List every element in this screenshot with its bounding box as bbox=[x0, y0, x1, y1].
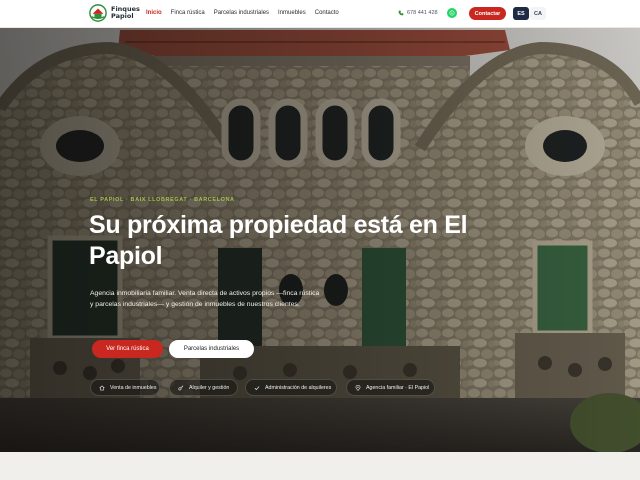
phone-link[interactable]: 678 441 428 bbox=[398, 10, 438, 16]
hero-title: Su próxima propiedad está en El Papiol bbox=[89, 211, 468, 270]
feature-pill-rental[interactable]: Alquiler y gestión bbox=[169, 379, 238, 396]
page-bottom-band bbox=[0, 452, 640, 480]
menu-item-inicio[interactable]: Inicio bbox=[146, 10, 162, 16]
view-rustic-estate-button[interactable]: Ver finca rústica bbox=[92, 340, 163, 358]
hero-location-eyebrow: El Papiol · Baix Llobregat · Barcelona bbox=[90, 197, 235, 203]
whatsapp-button[interactable] bbox=[447, 8, 457, 18]
top-navigation: Finques Papiol Inicio Finca rústica Parc… bbox=[0, 0, 640, 28]
menu-item-parcelas-industriales[interactable]: Parcelas industriales bbox=[214, 10, 269, 16]
language-es-button[interactable]: ES bbox=[513, 7, 529, 20]
check-icon bbox=[254, 385, 260, 390]
brand-name: Finques Papiol bbox=[111, 6, 140, 20]
hero-description: Agencia inmobiliaria familiar. Venta dir… bbox=[90, 290, 320, 308]
feature-pill-sales[interactable]: Venta de inmuebles bbox=[90, 379, 160, 396]
feature-pill-rental-admin[interactable]: Administración de alquileres bbox=[245, 379, 337, 396]
menu-item-finca-rustica[interactable]: Finca rústica bbox=[171, 10, 205, 16]
location-pin-icon bbox=[355, 384, 361, 391]
main-menu: Inicio Finca rústica Parcelas industrial… bbox=[146, 10, 348, 16]
contact-button[interactable]: Contactar bbox=[469, 7, 506, 20]
feature-label: Administración de alquileres bbox=[265, 384, 332, 391]
feature-pill-family-agency[interactable]: Agencia familiar · El Papiol bbox=[346, 379, 435, 396]
brand-logo[interactable]: Finques Papiol bbox=[89, 4, 140, 22]
menu-item-inmuebles[interactable]: Inmuebles bbox=[278, 10, 306, 16]
feature-label: Alquiler y gestión bbox=[189, 384, 230, 391]
whatsapp-icon bbox=[449, 10, 455, 16]
menu-item-contacto[interactable]: Contacto bbox=[315, 10, 339, 16]
key-icon bbox=[178, 385, 184, 390]
industrial-plots-button[interactable]: Parcelas industriales bbox=[169, 340, 254, 358]
phone-icon bbox=[398, 10, 404, 16]
house-flag-logo-icon bbox=[89, 4, 107, 22]
phone-number: 678 441 428 bbox=[407, 10, 438, 16]
feature-label: Agencia familiar · El Papiol bbox=[366, 384, 430, 391]
language-ca-button[interactable]: CA bbox=[530, 7, 546, 20]
feature-label: Venta de inmuebles bbox=[110, 384, 157, 391]
home-icon bbox=[99, 385, 105, 390]
brand-name-line2: Papiol bbox=[111, 12, 134, 20]
